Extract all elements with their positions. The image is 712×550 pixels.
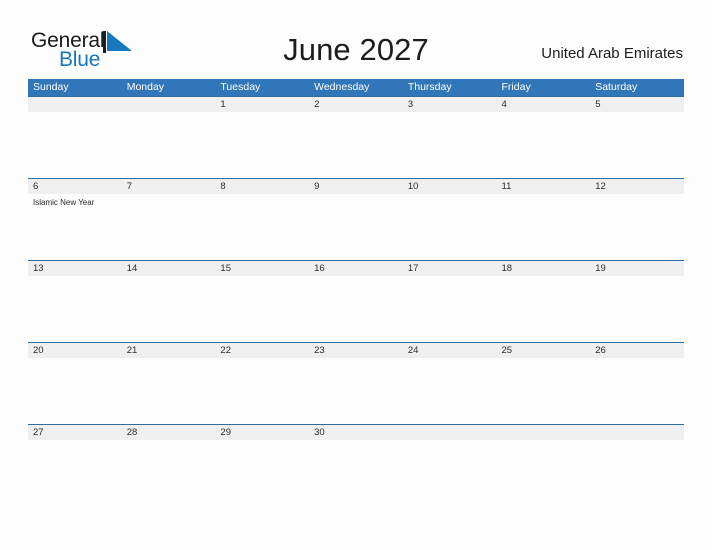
day-cell[interactable] — [122, 112, 216, 178]
day-cell[interactable] — [403, 358, 497, 424]
day-cell[interactable] — [28, 440, 122, 506]
calendar-week-row: 6 7 8 9 10 11 12 Islamic New Year — [28, 178, 684, 260]
date-number[interactable]: 25 — [497, 343, 591, 358]
date-number[interactable]: 21 — [122, 343, 216, 358]
calendar-week-row: 27 28 29 30 — [28, 424, 684, 506]
date-number[interactable]: 28 — [122, 425, 216, 440]
day-cell[interactable] — [497, 194, 591, 260]
day-cell[interactable] — [309, 440, 403, 506]
dow-wednesday: Wednesday — [314, 81, 370, 93]
event-label[interactable]: Islamic New Year — [33, 197, 119, 208]
date-number[interactable]: 15 — [215, 261, 309, 276]
day-cell[interactable] — [403, 112, 497, 178]
date-number[interactable]: 17 — [403, 261, 497, 276]
date-number[interactable]: 12 — [590, 179, 684, 194]
date-number[interactable]: 1 — [215, 97, 309, 112]
date-number[interactable]: 30 — [309, 425, 403, 440]
date-number[interactable]: 2 — [309, 97, 403, 112]
dow-monday: Monday — [126, 81, 165, 93]
day-cell[interactable] — [215, 358, 309, 424]
date-number[interactable]: 11 — [497, 179, 591, 194]
date-number[interactable] — [497, 425, 591, 440]
date-number[interactable]: 10 — [403, 179, 497, 194]
date-number[interactable]: 19 — [590, 261, 684, 276]
day-cell[interactable] — [215, 440, 309, 506]
dow-sunday: Sunday — [33, 81, 69, 93]
date-number[interactable]: 8 — [215, 179, 309, 194]
date-number[interactable]: 14 — [122, 261, 216, 276]
date-number[interactable]: 29 — [215, 425, 309, 440]
date-number[interactable]: 18 — [497, 261, 591, 276]
dow-friday: Friday — [501, 81, 531, 93]
day-cell[interactable] — [215, 276, 309, 342]
day-cell[interactable] — [122, 440, 216, 506]
date-number[interactable]: 7 — [122, 179, 216, 194]
day-cell[interactable] — [590, 358, 684, 424]
day-cell[interactable] — [309, 276, 403, 342]
week-date-band: 13 14 15 16 17 18 19 — [28, 260, 684, 276]
calendar-page: General Blue June 2027 United Arab Emira… — [0, 0, 712, 550]
day-cell[interactable] — [28, 276, 122, 342]
day-cell[interactable] — [403, 194, 497, 260]
week-date-band: 20 21 22 23 24 25 26 — [28, 342, 684, 358]
date-number[interactable]: 13 — [28, 261, 122, 276]
week-date-band: 27 28 29 30 — [28, 424, 684, 440]
week-date-band: 1 2 3 4 5 — [28, 96, 684, 112]
date-number[interactable]: 26 — [590, 343, 684, 358]
date-number[interactable]: 5 — [590, 97, 684, 112]
date-number[interactable]: 3 — [403, 97, 497, 112]
date-number[interactable]: 20 — [28, 343, 122, 358]
day-cell[interactable] — [590, 194, 684, 260]
day-cell[interactable] — [497, 440, 591, 506]
week-event-band: Islamic New Year — [28, 194, 684, 260]
day-cell[interactable] — [497, 358, 591, 424]
day-cell[interactable] — [122, 276, 216, 342]
day-of-week-header-row: Sunday Monday Tuesday Wednesday Thursday… — [28, 79, 684, 96]
week-event-band — [28, 440, 684, 506]
day-cell[interactable] — [215, 112, 309, 178]
calendar-week-row: 20 21 22 23 24 25 26 — [28, 342, 684, 424]
date-number[interactable]: 22 — [215, 343, 309, 358]
day-cell[interactable] — [215, 194, 309, 260]
date-number[interactable] — [590, 425, 684, 440]
week-date-band: 6 7 8 9 10 11 12 — [28, 178, 684, 194]
day-cell[interactable] — [122, 194, 216, 260]
day-cell[interactable] — [28, 112, 122, 178]
week-event-band — [28, 112, 684, 178]
date-number[interactable]: 27 — [28, 425, 122, 440]
day-cell[interactable] — [403, 440, 497, 506]
day-cell[interactable] — [497, 112, 591, 178]
date-number[interactable]: 16 — [309, 261, 403, 276]
day-cell[interactable] — [590, 440, 684, 506]
day-cell[interactable]: Islamic New Year — [28, 194, 122, 260]
date-number[interactable]: 23 — [309, 343, 403, 358]
day-cell[interactable] — [497, 276, 591, 342]
dow-tuesday: Tuesday — [220, 81, 261, 93]
dow-saturday: Saturday — [595, 81, 638, 93]
calendar-week-row: 13 14 15 16 17 18 19 — [28, 260, 684, 342]
calendar-week-row: 1 2 3 4 5 — [28, 96, 684, 178]
calendar-grid: Sunday Monday Tuesday Wednesday Thursday… — [28, 79, 684, 506]
date-number[interactable]: 9 — [309, 179, 403, 194]
region-label: United Arab Emirates — [541, 45, 683, 62]
week-event-band — [28, 276, 684, 342]
date-number[interactable]: 24 — [403, 343, 497, 358]
day-cell[interactable] — [309, 358, 403, 424]
page-header: General Blue June 2027 United Arab Emira… — [0, 0, 712, 78]
date-number[interactable] — [28, 97, 122, 112]
date-number[interactable]: 6 — [28, 179, 122, 194]
date-number[interactable]: 4 — [497, 97, 591, 112]
day-cell[interactable] — [590, 276, 684, 342]
day-cell[interactable] — [590, 112, 684, 178]
dow-thursday: Thursday — [407, 81, 452, 93]
day-cell[interactable] — [28, 358, 122, 424]
day-cell[interactable] — [309, 112, 403, 178]
day-cell[interactable] — [122, 358, 216, 424]
day-cell[interactable] — [309, 194, 403, 260]
day-cell[interactable] — [403, 276, 497, 342]
week-event-band — [28, 358, 684, 424]
date-number[interactable] — [403, 425, 497, 440]
date-number[interactable] — [122, 97, 216, 112]
